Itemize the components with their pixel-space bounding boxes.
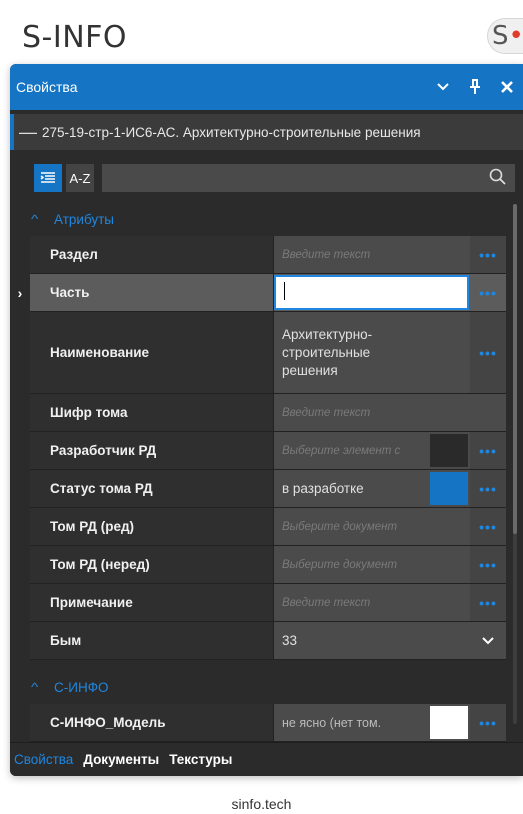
close-icon[interactable]	[491, 64, 523, 110]
pin-icon[interactable]	[459, 64, 491, 110]
property-row[interactable]: С-ИНФО_Модель не ясно (нет том. •••	[30, 704, 506, 742]
property-row[interactable]: Статус тома РД в разработке •••	[30, 470, 506, 508]
placeholder-text[interactable]: Выберите документ	[274, 508, 470, 545]
property-value-text[interactable]: не ясно (нет том.	[274, 704, 430, 741]
property-row[interactable]: Том РД (неред) Выберите документ •••	[30, 546, 506, 584]
brand-logo-letter: S	[492, 21, 509, 51]
brand-logo-dot: •	[508, 21, 523, 51]
property-value[interactable]: не ясно (нет том. •••	[274, 704, 506, 741]
color-swatch	[430, 434, 468, 467]
property-value[interactable]: Введите текст •••	[274, 584, 506, 621]
property-label: Том РД (ред)	[30, 508, 274, 545]
property-label: Наименование	[30, 312, 274, 393]
ellipsis-button[interactable]: •••	[470, 508, 506, 545]
property-row[interactable]: Наименование Архитектурно-строительные р…	[30, 312, 506, 394]
property-row[interactable]: Примечание Введите текст •••	[30, 584, 506, 622]
ellipsis-button[interactable]: •••	[470, 584, 506, 621]
tab-documents[interactable]: Документы	[83, 752, 159, 767]
list-indent-icon	[40, 172, 55, 183]
tab-properties[interactable]: Свойства	[14, 752, 73, 767]
footer-url: sinfo.tech	[231, 796, 292, 812]
property-value[interactable]: Выберите документ •••	[274, 508, 506, 545]
property-row[interactable]: Шифр тома Введите текст	[30, 394, 506, 432]
ellipsis-button[interactable]: •••	[470, 236, 506, 273]
property-label: Бым	[30, 622, 274, 659]
property-label: Том РД (неред)	[30, 546, 274, 583]
property-value[interactable]: •••	[274, 274, 506, 311]
search-icon[interactable]	[489, 168, 507, 186]
panel-title: Свойства	[16, 79, 78, 95]
property-row[interactable]: Бым 33	[30, 622, 506, 660]
brand-title: S-INFO	[22, 20, 128, 55]
scrollbar-thumb[interactable]	[513, 204, 517, 534]
alphabetical-view-button[interactable]: A-Z	[66, 164, 94, 192]
property-value[interactable]: Введите текст	[274, 394, 506, 431]
property-value-text[interactable]: Архитектурно-строительные решения	[274, 312, 470, 393]
placeholder-text[interactable]: Выберите документ	[274, 546, 470, 583]
chevron-down-icon[interactable]	[470, 622, 506, 659]
property-label: Раздел	[30, 236, 274, 273]
group-header-sinfo[interactable]: ^ С-ИНФО	[31, 674, 109, 700]
property-label: Шифр тома	[30, 394, 274, 431]
property-row-selected[interactable]: › Часть •••	[18, 274, 506, 312]
property-label: Часть	[30, 274, 274, 311]
bottom-tab-bar: Свойства Документы Текстуры	[10, 742, 523, 776]
property-row[interactable]: Том РД (ред) Выберите документ •••	[30, 508, 506, 546]
property-value-text[interactable]: в разработке	[274, 470, 430, 507]
property-label: Статус тома РД	[30, 470, 274, 507]
status-color-swatch	[430, 472, 468, 505]
property-label: Примечание	[30, 584, 274, 621]
property-value[interactable]: Введите текст •••	[274, 236, 506, 273]
property-value[interactable]: в разработке •••	[274, 470, 506, 507]
collapse-icon[interactable]: —	[14, 122, 42, 143]
categorized-view-button[interactable]	[34, 164, 62, 192]
panel-titlebar: Свойства	[10, 64, 523, 110]
ellipsis-button[interactable]: •••	[470, 546, 506, 583]
ellipsis-button[interactable]: •••	[470, 470, 506, 507]
property-dropdown[interactable]: 33	[274, 622, 506, 659]
text-input-active[interactable]	[274, 275, 469, 310]
chevron-up-icon[interactable]: ^	[31, 680, 57, 694]
group-title: С-ИНФО	[54, 679, 109, 695]
property-row[interactable]: Раздел Введите текст •••	[30, 236, 506, 274]
property-row[interactable]: Разработчик РД Выберите элемент с •••	[30, 432, 506, 470]
tab-textures[interactable]: Текстуры	[169, 752, 232, 767]
placeholder-text[interactable]: Введите текст	[274, 584, 470, 621]
ellipsis-button[interactable]: •••	[470, 312, 506, 393]
properties-toolbar: A-Z	[30, 160, 519, 196]
search-input[interactable]	[102, 164, 515, 192]
chevron-up-icon[interactable]: ^	[31, 212, 57, 226]
dropdown-value[interactable]: 33	[274, 622, 470, 659]
placeholder-text[interactable]: Введите текст	[274, 394, 506, 431]
chevron-right-icon: ›	[17, 285, 23, 301]
property-label: С-ИНФО_Модель	[30, 704, 274, 741]
color-swatch	[430, 706, 468, 739]
properties-panel: Свойства — 275-19-стр-1-ИС6-АС. Архитект…	[10, 64, 523, 776]
chevron-down-icon[interactable]	[427, 64, 459, 110]
document-row[interactable]: — 275-19-стр-1-ИС6-АС. Архитектурно-стро…	[10, 114, 523, 150]
ellipsis-button[interactable]: •••	[470, 274, 506, 311]
property-value[interactable]: Архитектурно-строительные решения •••	[274, 312, 506, 393]
placeholder-text[interactable]: Выберите элемент с	[274, 432, 430, 469]
ellipsis-button[interactable]: •••	[470, 432, 506, 469]
brand-logo: S•	[487, 18, 523, 54]
group-header-attributes[interactable]: ^ Атрибуты	[31, 206, 115, 232]
property-label: Разработчик РД	[30, 432, 274, 469]
ellipsis-button[interactable]: •••	[470, 704, 506, 741]
document-title: 275-19-стр-1-ИС6-АС. Архитектурно-строит…	[42, 124, 421, 140]
property-value[interactable]: Выберите элемент с •••	[274, 432, 506, 469]
group-title: Атрибуты	[54, 211, 115, 227]
property-value[interactable]: Выберите документ •••	[274, 546, 506, 583]
text-caret	[284, 282, 285, 300]
placeholder-text[interactable]: Введите текст	[274, 236, 470, 273]
